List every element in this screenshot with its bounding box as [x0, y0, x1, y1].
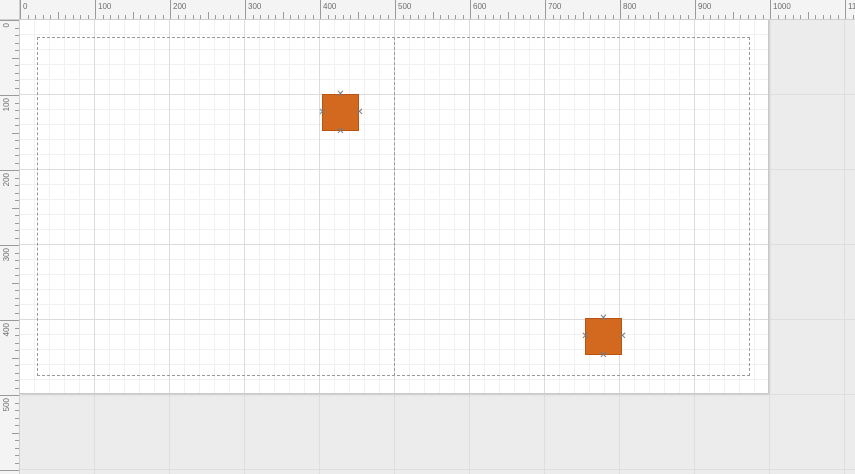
ruler-label: 200 [173, 2, 187, 11]
ruler-label: 200 [2, 172, 11, 186]
connection-point-icon[interactable]: ✕ [599, 314, 608, 324]
ruler-label: 0 [23, 2, 28, 11]
connection-point-icon[interactable]: ✕ [618, 332, 627, 342]
ruler-label: 900 [698, 2, 712, 11]
connection-point-icon[interactable]: ✕ [336, 90, 345, 100]
connection-point-icon[interactable]: ✕ [318, 108, 327, 118]
ruler-label: 500 [398, 2, 412, 11]
ruler-corner [0, 0, 20, 20]
ruler-label: 100 [98, 2, 112, 11]
ruler-label: 0 [2, 22, 11, 27]
drawing-page[interactable] [20, 20, 769, 394]
ruler-label: 300 [248, 2, 262, 11]
ruler-label: 11 [848, 2, 855, 11]
connection-point-icon[interactable]: ✕ [336, 127, 345, 137]
ruler-label: 100 [2, 97, 11, 111]
connection-point-icon[interactable]: ✕ [599, 351, 608, 361]
ruler-label: 1000 [773, 2, 791, 11]
vertical-ruler[interactable]: 0 100 200 300 400 500 [0, 0, 20, 474]
ruler-label: 500 [2, 397, 11, 411]
ruler-label: 800 [623, 2, 637, 11]
connection-point-icon[interactable]: ✕ [355, 108, 364, 118]
ruler-label: 600 [473, 2, 487, 11]
ruler-label: 700 [548, 2, 562, 11]
ruler-label: 400 [323, 2, 337, 11]
ruler-label: 400 [2, 322, 11, 336]
horizontal-ruler[interactable]: 0 100 200 300 400 500 600 700 800 900 1000 11 [0, 0, 855, 20]
ruler-label: 300 [2, 247, 11, 261]
connection-point-icon[interactable]: ✕ [581, 332, 590, 342]
